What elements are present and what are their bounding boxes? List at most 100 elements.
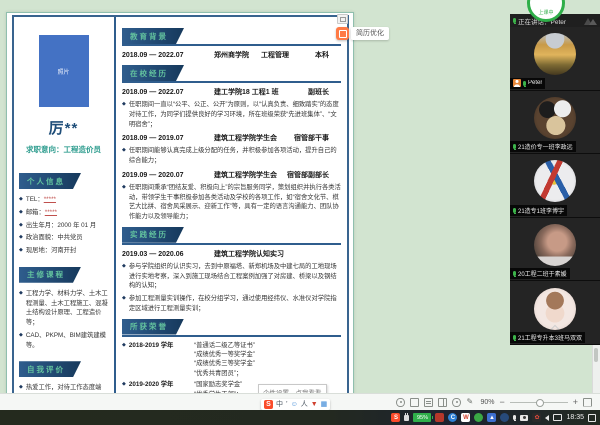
participant-tile[interactable]: 21造专1班李博宇 [510, 154, 600, 218]
photo-placeholder: 照片 [39, 35, 89, 107]
fullscreen-icon[interactable] [583, 398, 592, 407]
punctuation-icon[interactable]: ’ [286, 400, 288, 409]
zoom-in-button[interactable]: + [573, 398, 578, 407]
power-plug-icon[interactable] [404, 415, 409, 421]
petal-suite-icon[interactable]: ✿ [532, 413, 541, 422]
participant-name-bar: 21工程专升本3班马双双 [510, 332, 585, 343]
practice-heading: 2019.03 — 2020.06 建筑工程学院认知实习 [122, 249, 341, 259]
section-flag-self-evaluation: 自我评价 [19, 361, 81, 377]
campus-entry-heading: 2019.09 — 2020.07 建筑工程学院学生会 宿管部副部长 [122, 170, 341, 180]
active-mic-icon [513, 18, 516, 23]
section-honors: 所获荣誉 [122, 317, 341, 337]
outline-view-icon[interactable] [424, 398, 433, 407]
emoji-icon[interactable]: ☺ [291, 400, 298, 409]
read-layout-icon[interactable] [438, 398, 447, 407]
diamond-bullet-icon: ◆ [19, 289, 23, 328]
avatar [534, 33, 576, 75]
eye-protection-icon[interactable] [396, 398, 405, 407]
section-flag-practice: 实践经历 [122, 227, 184, 243]
avatar [534, 224, 576, 266]
print-preview-icon[interactable] [337, 14, 348, 24]
photos-app-icon[interactable]: ▲ [487, 413, 496, 422]
zoom-slider-handle[interactable] [536, 399, 544, 407]
list-item: ◆邮箱：***** [19, 208, 108, 218]
edit-pen-icon[interactable] [466, 398, 475, 407]
courses-list: ◆工程力学、材料力学、土木工程测量、土木工程施工、混凝土结构设计原理、工程造价等… [19, 289, 108, 351]
section-flag-campus: 在校经历 [122, 65, 184, 81]
windows-taskbar: S 95% C W ▲ ✿ 18:35 [0, 410, 600, 425]
sogou-tray-icon[interactable]: S [391, 413, 400, 422]
zoom-percent[interactable]: 90% [480, 399, 494, 406]
participant-name-bar: 21造价专一班李政远 [510, 141, 576, 152]
resume-optimize-label: 简历优化 [351, 27, 389, 40]
battery-indicator[interactable]: 95% [413, 413, 431, 422]
participant-tile[interactable]: 21造价专一班李政远 [510, 91, 600, 155]
list-item: ◆现居地：河南开封 [19, 246, 108, 256]
resume-frame: 照片 厉** 求职意向：工程造价员 个人信息 ◆TEL：***** ◆邮箱：**… [12, 15, 349, 394]
diamond-bullet-icon: ◆ [19, 208, 23, 218]
education-row: 2018.09 — 2022.07 郑州商学院 工程管理 本科 [122, 50, 341, 60]
resume-optimize-icon [336, 27, 349, 40]
host-badge-icon [513, 79, 521, 87]
list-item: ◆出生年月：2000 年 01 月 [19, 221, 108, 231]
education-degree: 本科 [315, 50, 329, 60]
participant-tile[interactable]: Peter [510, 27, 600, 91]
job-objective: 求职意向：工程造价员 [19, 144, 108, 155]
participant-tile[interactable]: 20工程二班于素媛 [510, 218, 600, 282]
diamond-bullet-icon: ◆ [122, 380, 126, 394]
tray-microphone-icon[interactable] [513, 415, 516, 420]
input-mode-icon[interactable]: 中 [276, 400, 283, 409]
diamond-bullet-icon: ◆ [19, 246, 23, 256]
participant-tile[interactable]: 21工程专升本3班马双双 [510, 281, 600, 345]
resume-main-column: 教育背景 2018.09 — 2022.07 郑州商学院 工程管理 本科 在校经… [116, 17, 347, 394]
volume-icon[interactable] [545, 415, 549, 421]
list-item: ◆工程力学、材料力学、土木工程测量、土木工程施工、混凝土结构设计原理、工程造价等… [19, 289, 108, 328]
education-major: 工程管理 [261, 50, 289, 60]
zoom-out-button[interactable]: − [499, 398, 504, 407]
diamond-bullet-icon: ◆ [122, 146, 126, 166]
meeting-panel: 正在讲话：Peter Peter 21造价专一班李政远 21 [510, 14, 600, 345]
diamond-bullet-icon: ◆ [122, 100, 126, 129]
candidate-name: 厉** [19, 117, 108, 138]
diamond-bullet-icon: ◆ [19, 221, 23, 231]
desktop: 照片 厉** 求职意向：工程造价员 个人信息 ◆TEL：***** ◆邮箱：**… [0, 0, 600, 425]
page-view-icon[interactable] [410, 398, 419, 407]
wps-tray-icon[interactable]: W [461, 413, 470, 422]
photo-label: 照片 [57, 67, 69, 76]
diamond-bullet-icon: ◆ [122, 183, 126, 222]
sogou-logo-icon[interactable]: S [264, 400, 273, 409]
vertical-scrollbar[interactable] [592, 345, 600, 393]
green-app-icon[interactable] [474, 413, 483, 422]
action-center-icon[interactable] [588, 414, 596, 422]
browser-app-icon[interactable] [500, 413, 509, 422]
web-layout-icon[interactable] [452, 398, 461, 407]
practice-desc: ◆参与学院组织的认识实习，去到中原福塔、新郑机场及中建七局的工地现场进行实地考察… [122, 262, 341, 291]
section-education: 教育背景 [122, 26, 341, 46]
diamond-bullet-icon: ◆ [19, 331, 23, 351]
network-icon[interactable] [553, 414, 562, 421]
voice-input-icon[interactable]: 人 [301, 400, 308, 409]
sogou-input-bar[interactable]: S 中 ’ ☺ 人 ▼ ▦ [261, 399, 330, 410]
honors-group: ◆2018-2019 学年 “普通话二级乙等证书” “成绩优秀一等奖学金” “成… [122, 341, 341, 379]
section-flag-courses: 主修课程 [19, 267, 81, 283]
participant-name-bar: Peter [510, 78, 545, 89]
skin-icon[interactable]: ▼ [311, 400, 318, 409]
campus-entry-desc: ◆任职期间秉承“团结友爱、积极向上”的宗旨服务同学，策划组织并执行各类活动，带领… [122, 183, 341, 222]
resume-optimize-button[interactable]: 简历优化 [336, 27, 389, 40]
avatar [534, 160, 576, 202]
diamond-bullet-icon: ◆ [19, 233, 23, 243]
tray-camera-icon[interactable] [520, 415, 528, 421]
section-flag-personal-info: 个人信息 [19, 173, 81, 189]
zoom-slider[interactable] [510, 402, 568, 403]
avatar [534, 288, 576, 330]
compass-app-icon[interactable]: C [448, 413, 457, 422]
scrollbar-thumb[interactable] [594, 348, 598, 362]
section-campus: 在校经历 [122, 63, 341, 83]
clock[interactable]: 18:35 [566, 414, 584, 421]
toolbox-grid-icon[interactable]: ▦ [321, 400, 328, 409]
campus-entry-heading: 2018.09 — 2019.07 建筑工程学院学生会 宿管部干事 [122, 133, 341, 143]
mic-icon [523, 81, 526, 86]
meeting-app-logo-icon [584, 17, 597, 25]
personal-info-list: ◆TEL：***** ◆邮箱：***** ◆出生年月：2000 年 01 月 ◆… [19, 195, 108, 256]
dictionary-app-icon[interactable] [435, 413, 444, 422]
